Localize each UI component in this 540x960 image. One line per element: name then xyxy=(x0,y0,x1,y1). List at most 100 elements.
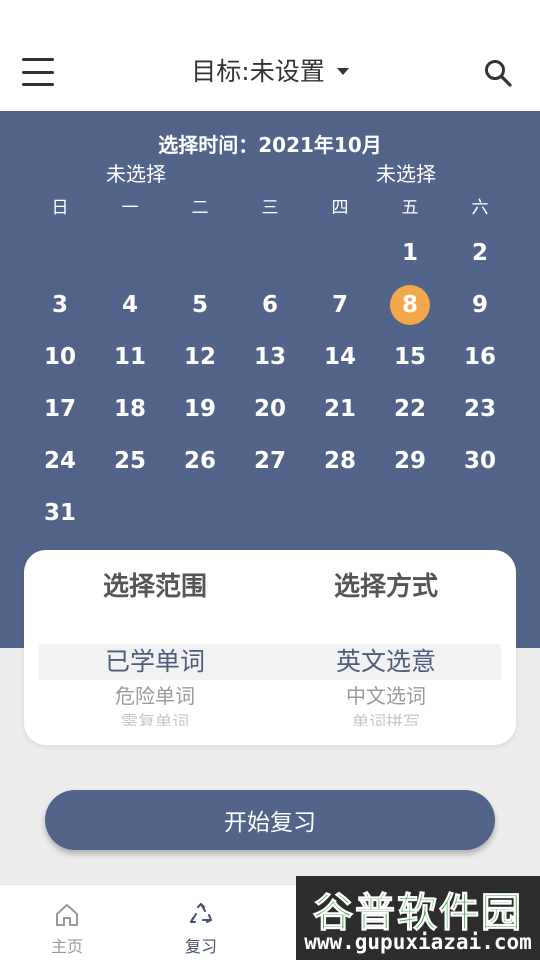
calendar-day[interactable]: 2 xyxy=(445,227,515,279)
range-option[interactable]: 危险单词 xyxy=(55,680,255,712)
calendar-day[interactable]: 10 xyxy=(25,331,95,383)
calendar-day[interactable]: 31 xyxy=(25,487,95,539)
weekday-header: 日 一 二 三 四 五 六 xyxy=(25,193,515,218)
calendar-day[interactable]: 5 xyxy=(165,279,235,331)
calendar-day[interactable]: 23 xyxy=(445,383,515,435)
method-wheel[interactable]: 英文选意 中文选词 单词拼写 xyxy=(286,644,486,726)
method-header: 选择方式 xyxy=(333,572,438,602)
calendar-week-row: 31 xyxy=(25,487,515,539)
calendar-day[interactable]: 22 xyxy=(375,383,445,435)
calendar-day-number: 17 xyxy=(43,396,76,422)
calendar-day[interactable]: 11 xyxy=(95,331,165,383)
calendar-day-number: 28 xyxy=(323,448,356,474)
calendar-day[interactable]: 26 xyxy=(165,435,235,487)
calendar-day-number: 16 xyxy=(463,344,496,370)
calendar-day-number: 8 xyxy=(390,285,430,325)
calendar-day-number: 2 xyxy=(471,240,488,266)
calendar-empty-cell xyxy=(25,227,95,279)
method-option[interactable]: 中文选词 xyxy=(286,680,486,712)
nav-item-review[interactable]: 复习 xyxy=(161,885,241,960)
calendar-week-row: 10 11 12 13 14 15 16 xyxy=(25,331,515,383)
start-review-button[interactable]: 开始复习 xyxy=(45,790,495,850)
calendar-day[interactable]: 16 xyxy=(445,331,515,383)
range-wheel[interactable]: 已学单词 危险单词 需复单词 xyxy=(55,644,255,726)
calendar-day[interactable]: 4 xyxy=(95,279,165,331)
calendar-day-number: 7 xyxy=(331,292,348,318)
weekday-label: 二 xyxy=(191,198,209,218)
calendar-day[interactable]: 6 xyxy=(235,279,305,331)
weekday-label: 日 xyxy=(51,198,69,218)
calendar-day[interactable]: 17 xyxy=(25,383,95,435)
calendar-day[interactable]: 25 xyxy=(95,435,165,487)
calendar-day-number: 4 xyxy=(121,292,138,318)
home-icon xyxy=(56,904,78,926)
calendar-day-selected[interactable]: 8 xyxy=(375,279,445,331)
calendar-day-number: 26 xyxy=(183,448,216,474)
calendar-grid: 1 2 3 4 5 6 7 8 9 10 11 12 13 14 15 16 17 18 19 20 21 22 23 24 2… xyxy=(25,227,515,539)
goal-dropdown[interactable]: 目标:未设置 xyxy=(0,52,540,88)
calendar-day-number: 3 xyxy=(51,292,68,318)
caret-down-icon xyxy=(336,67,349,75)
calendar-week-row: 12 xyxy=(25,227,515,279)
search-icon[interactable] xyxy=(483,58,513,88)
calendar-day-number: 10 xyxy=(43,344,76,370)
calendar-empty-cell xyxy=(235,227,305,279)
calendar-week-row: 17 18 19 20 21 22 23 xyxy=(25,383,515,435)
calendar-day-number: 29 xyxy=(393,448,426,474)
calendar-day[interactable]: 9 xyxy=(445,279,515,331)
calendar-week-row: 3 4 5 6 7 8 9 xyxy=(25,279,515,331)
calendar-day[interactable]: 21 xyxy=(305,383,375,435)
calendar-day-number: 11 xyxy=(113,344,146,370)
calendar-day[interactable]: 20 xyxy=(235,383,305,435)
calendar-day[interactable]: 18 xyxy=(95,383,165,435)
nav-label-review: 复习 xyxy=(184,937,217,956)
calendar-day[interactable]: 1 xyxy=(375,227,445,279)
calendar-day-number: 31 xyxy=(43,500,76,526)
calendar-day[interactable]: 28 xyxy=(305,435,375,487)
nav-item-home[interactable]: 主页 xyxy=(27,885,107,960)
calendar-empty-cell xyxy=(305,487,375,539)
method-option-selected[interactable]: 英文选意 xyxy=(286,644,486,680)
calendar-day-number: 6 xyxy=(261,292,278,318)
calendar-empty-cell xyxy=(445,487,515,539)
calendar-day-number: 25 xyxy=(113,448,146,474)
calendar-day-number: 18 xyxy=(113,396,146,422)
calendar-day[interactable]: 12 xyxy=(165,331,235,383)
range-option-selected[interactable]: 已学单词 xyxy=(55,644,255,680)
start-review-label: 开始复习 xyxy=(224,810,316,836)
calendar-day[interactable]: 3 xyxy=(25,279,95,331)
calendar-day-number: 13 xyxy=(253,344,286,370)
calendar-day[interactable]: 7 xyxy=(305,279,375,331)
goal-title: 目标:未设置 xyxy=(191,57,325,86)
calendar-day[interactable]: 24 xyxy=(25,435,95,487)
nav-label-home: 主页 xyxy=(50,937,83,956)
calendar-day-number: 24 xyxy=(43,448,76,474)
calendar-day-number: 12 xyxy=(183,344,216,370)
weekday-label: 一 xyxy=(121,198,139,218)
calendar-day-number: 23 xyxy=(463,396,496,422)
weekday-label: 三 xyxy=(261,198,279,218)
calendar-day[interactable]: 29 xyxy=(375,435,445,487)
calendar-day-number: 14 xyxy=(323,344,356,370)
calendar-empty-cell xyxy=(165,227,235,279)
calendar-day[interactable]: 15 xyxy=(375,331,445,383)
calendar-day[interactable]: 13 xyxy=(235,331,305,383)
calendar-day-number: 22 xyxy=(393,396,426,422)
calendar-day[interactable]: 27 xyxy=(235,435,305,487)
calendar-empty-cell xyxy=(165,487,235,539)
calendar-day-number: 9 xyxy=(471,292,488,318)
calendar-day-number: 27 xyxy=(253,448,286,474)
calendar-day[interactable]: 30 xyxy=(445,435,515,487)
calendar-day-number: 1 xyxy=(401,240,418,266)
calendar-empty-cell xyxy=(95,487,165,539)
calendar-day-number: 15 xyxy=(393,344,426,370)
method-option[interactable]: 单词拼写 xyxy=(286,712,486,726)
calendar-day[interactable]: 14 xyxy=(305,331,375,383)
review-options-picker: 选择范围 选择方式 已学单词 危险单词 需复单词 英文选意 中文选词 单词拼写 xyxy=(24,550,516,745)
select-time-label: 选择时间：2021年10月 xyxy=(158,133,382,157)
calendar-day-number: 30 xyxy=(463,448,496,474)
weekday-label: 四 xyxy=(331,198,349,218)
range-option[interactable]: 需复单词 xyxy=(55,712,255,726)
calendar-week-row: 24 25 26 27 28 29 30 xyxy=(25,435,515,487)
calendar-day[interactable]: 19 xyxy=(165,383,235,435)
